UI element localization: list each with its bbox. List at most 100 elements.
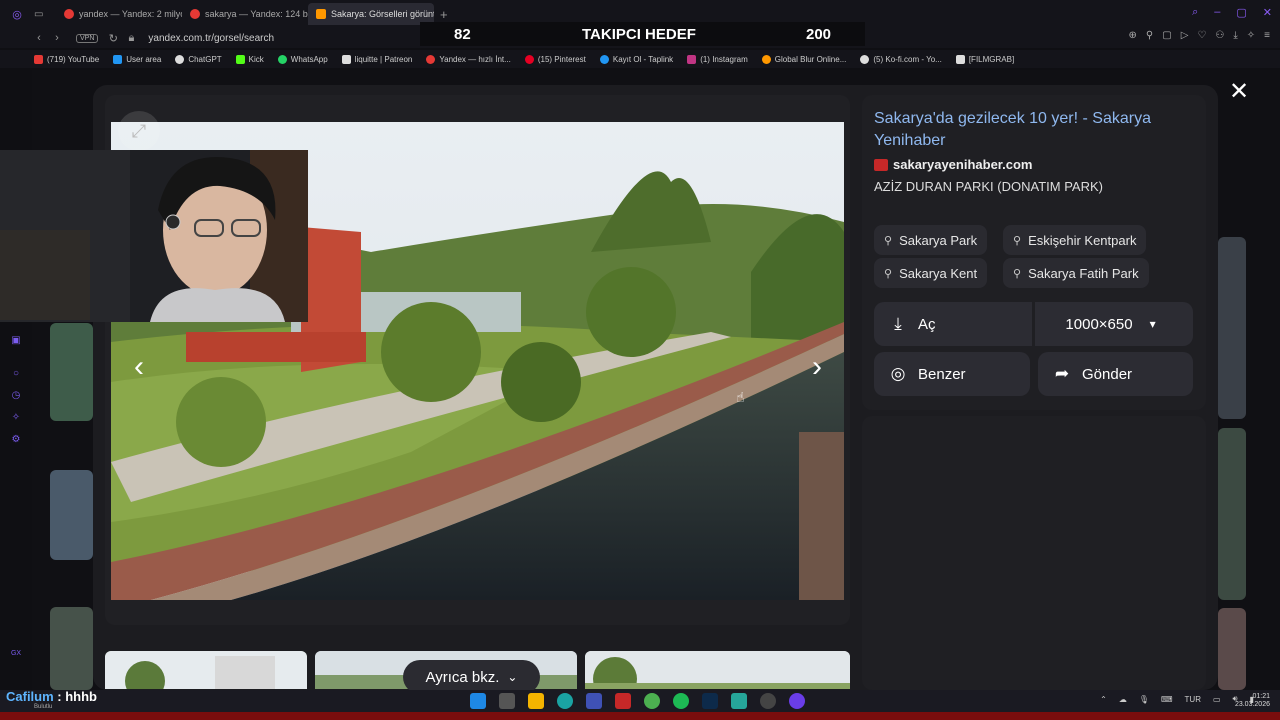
ai-icon[interactable]: ✧: [1247, 30, 1255, 41]
forward-icon[interactable]: ›: [48, 32, 66, 44]
bookmark-global-blur[interactable]: Global Blur Online...: [761, 54, 846, 64]
bookmark-chatgpt[interactable]: ChatGPT: [175, 54, 222, 64]
mail-icon[interactable]: [586, 693, 602, 709]
hand-cursor-icon: ☝︎: [736, 389, 745, 405]
menu-icon[interactable]: ≡: [1264, 30, 1270, 41]
browser-logo-icon[interactable]: ◎: [0, 8, 34, 21]
screenshot-icon[interactable]: ▢: [1162, 30, 1171, 41]
kofi-icon: [860, 54, 870, 64]
bookmark-whatsapp[interactable]: WhatsApp: [277, 54, 328, 64]
global-blur-icon: [761, 54, 771, 64]
start-icon[interactable]: [470, 693, 486, 709]
bookmark-instagram[interactable]: (1) Instagram: [687, 54, 748, 64]
tab-list-icon[interactable]: ▭: [34, 9, 56, 20]
sidebar-puzzle-icon[interactable]: ✧: [10, 412, 22, 424]
photoshop-icon[interactable]: [702, 693, 718, 709]
bg-thumbnail[interactable]: [1218, 608, 1246, 690]
vpn-badge[interactable]: VPN: [76, 33, 99, 43]
related-chip[interactable]: ⚲ Sakarya Fatih Park: [1003, 258, 1149, 288]
network-icon[interactable]: ▭: [1213, 695, 1221, 704]
whatsapp-icon: [277, 54, 287, 64]
steam-icon[interactable]: [760, 693, 776, 709]
see-also-button[interactable]: Ayrıca bkz. ⌄: [403, 660, 540, 694]
tray-chevron-icon[interactable]: ⌃: [1100, 695, 1107, 704]
file-explorer-icon[interactable]: [528, 693, 544, 709]
related-thumbnail[interactable]: [105, 651, 307, 689]
related-chip[interactable]: ⚲ Eskişehir Kentpark: [1003, 225, 1147, 255]
share-arrow-icon: ➦: [1054, 364, 1070, 383]
images-icon: [316, 9, 326, 19]
bookmark-kofi[interactable]: (5) Ko-fi.com - Yo...: [860, 54, 942, 64]
follower-target: 200: [806, 25, 832, 43]
sidebar-settings-icon[interactable]: ⚙: [10, 434, 22, 446]
bookmark-user-area[interactable]: User area: [113, 54, 161, 64]
new-tab-button[interactable]: +: [434, 7, 454, 22]
source-link[interactable]: sakaryayenihaber.com: [874, 157, 1032, 172]
reload-icon[interactable]: ↻: [104, 32, 122, 45]
related-chip[interactable]: ⚲ Sakarya Park: [874, 225, 988, 255]
similar-button[interactable]: ◎ Benzer: [874, 352, 1030, 396]
extension-icon[interactable]: ⚲: [1146, 30, 1153, 41]
download-icon[interactable]: ⤓: [1233, 30, 1237, 41]
zoom-icon[interactable]: ⊕: [1129, 30, 1137, 41]
tab-1[interactable]: yandex — Yandex: 2 milyon: [56, 3, 182, 25]
spotify-icon[interactable]: [673, 693, 689, 709]
webcam-person: [0, 150, 308, 322]
bg-thumbnail[interactable]: [1218, 428, 1246, 600]
bookmark-filmgrab[interactable]: [FILMGRAB]: [955, 54, 1014, 64]
edge-icon[interactable]: [557, 693, 573, 709]
bg-thumbnail[interactable]: [50, 323, 93, 421]
minimize-icon[interactable]: –: [1214, 6, 1220, 19]
keyboard-icon[interactable]: ⌨: [1161, 695, 1173, 704]
expand-icon[interactable]: ⤢: [118, 111, 160, 151]
play-icon[interactable]: ▷: [1181, 30, 1189, 41]
language-indicator[interactable]: TUR: [1185, 695, 1201, 704]
open-button[interactable]: ⤓ Aç: [874, 302, 1032, 346]
maximize-icon[interactable]: ▢: [1236, 6, 1246, 19]
profile-icon[interactable]: ⚇: [1215, 30, 1224, 41]
bookmark-pinterest[interactable]: (15) Pinterest: [524, 54, 586, 64]
related-chip[interactable]: ⚲ Sakarya Kent: [874, 258, 988, 288]
url-field[interactable]: yandex.com.tr/gorsel/search: [148, 33, 274, 44]
search-icon: ⚲: [884, 234, 893, 247]
related-thumbnail[interactable]: [585, 651, 850, 689]
sidebar-clock-icon[interactable]: ◷: [10, 390, 22, 402]
twitch-icon[interactable]: ▣: [10, 335, 22, 347]
bg-thumbnail[interactable]: [1218, 237, 1246, 419]
bg-thumbnail[interactable]: [50, 470, 93, 560]
chat-text: : hhhb: [57, 689, 98, 704]
bookmark-taplink[interactable]: Kayıt Ol - Taplink: [599, 54, 673, 64]
bookmark-yandex[interactable]: Yandex — hızlı İnt...: [426, 54, 511, 64]
size-dropdown[interactable]: 1000×650 ▾: [1035, 302, 1193, 346]
share-button[interactable]: ➦ Gönder: [1038, 352, 1193, 396]
bg-thumbnail[interactable]: [50, 607, 93, 690]
result-title-link[interactable]: Sakarya'da gezilecek 10 yer! - Sakarya Y…: [874, 108, 1164, 152]
heart-icon[interactable]: ♡: [1197, 30, 1206, 41]
system-clock[interactable]: 01:21 23.03.2026: [1235, 693, 1270, 709]
instagram-icon: [687, 54, 697, 64]
app-icon[interactable]: [731, 693, 747, 709]
task-view-icon[interactable]: [499, 693, 515, 709]
stream-bottom-strip: [0, 712, 1280, 720]
bookmark-kick[interactable]: Kick: [235, 54, 264, 64]
close-icon[interactable]: ✕: [1226, 78, 1252, 105]
chatgpt-icon: [175, 54, 185, 64]
close-window-icon[interactable]: ✕: [1263, 6, 1272, 19]
previous-image-button[interactable]: ‹: [124, 350, 154, 383]
bookmark-youtube[interactable]: (719) YouTube: [34, 54, 99, 64]
opera-icon[interactable]: [615, 693, 631, 709]
sidebar-circle-icon[interactable]: ○: [10, 368, 22, 380]
cloud-icon[interactable]: ☁: [1119, 695, 1127, 704]
tab-3[interactable]: Sakarya: Görselleri görüntü: [308, 3, 434, 25]
chrome-icon[interactable]: [644, 693, 660, 709]
webcam-overlay: [0, 150, 308, 322]
next-image-button[interactable]: ›: [802, 350, 832, 383]
back-icon[interactable]: ‹: [30, 32, 48, 44]
tab-2[interactable]: sakarya — Yandex: 124 bin: [182, 3, 308, 25]
sidebar-gx-icon[interactable]: GX: [10, 650, 22, 662]
obs-icon[interactable]: [789, 693, 805, 709]
bookmark-patreon[interactable]: liquitte | Patreon: [341, 54, 412, 64]
search-icon[interactable]: ⌕: [1192, 6, 1198, 19]
youtube-icon: [34, 54, 43, 64]
mic-icon[interactable]: 🎙︎: [1139, 695, 1149, 704]
